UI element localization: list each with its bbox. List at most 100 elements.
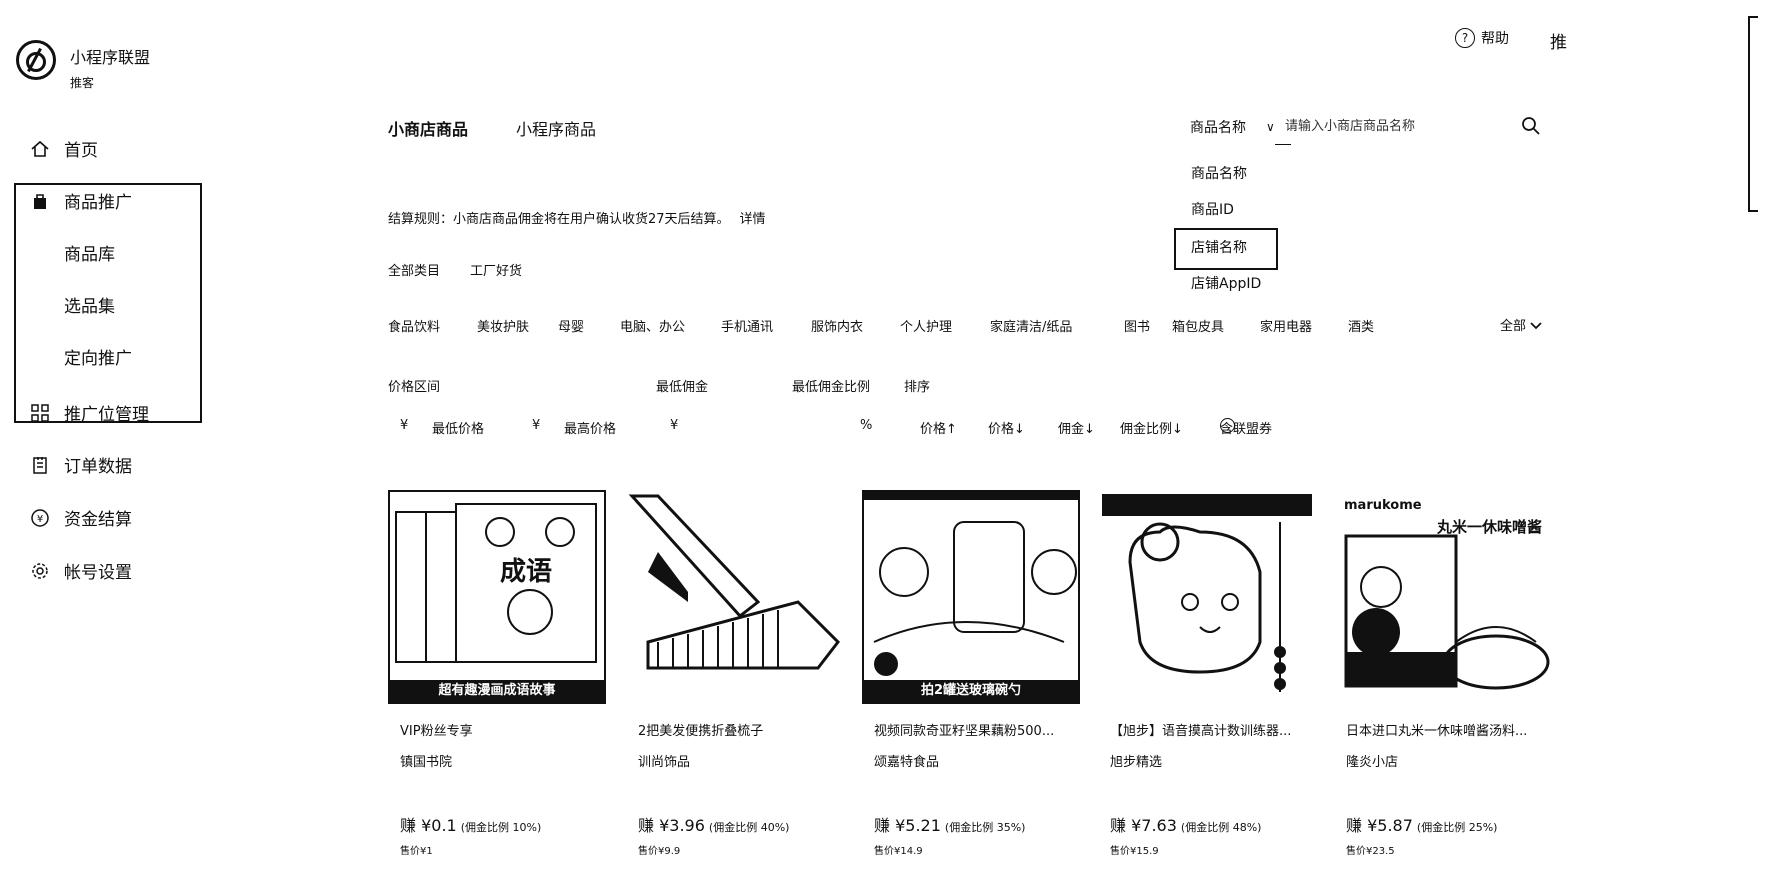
product-title[interactable]: 视频同款奇亚籽坚果藕粉500... — [862, 720, 1080, 739]
category-item[interactable]: 食品饮料 — [388, 316, 440, 335]
category-item[interactable]: 母婴 — [558, 316, 584, 335]
product-card[interactable]: 【旭步】语音摸高计数训练器... 旭步精选 赚 ¥7.63 (佣金比例 48%) … — [1098, 490, 1316, 857]
nav-account-label: 帐号设置 — [64, 563, 132, 583]
dropdown-option-product-id[interactable]: 商品ID — [1191, 199, 1234, 219]
svg-text:成语: 成语 — [500, 557, 552, 587]
category-item[interactable]: 电脑、办公 — [620, 316, 685, 335]
product-card[interactable]: 成语 超有趣漫画成语故事 VIP粉丝专享 镇国书院 赚 ¥0.1 (佣金比例 10… — [388, 490, 606, 857]
earn-value: 赚 ¥7.63 — [1110, 816, 1177, 835]
nav-slots-label: 推广位管理 — [64, 405, 149, 425]
category-item[interactable]: 美妆护肤 — [477, 316, 529, 335]
category-item[interactable]: 酒类 — [1348, 316, 1374, 335]
product-title[interactable]: 日本进口丸米一休味噌酱汤料... — [1334, 720, 1552, 739]
sort-commission-desc[interactable]: 佣金↓ — [1058, 418, 1095, 437]
product-image-headline: 丸米一休味噌酱 — [1436, 518, 1542, 536]
product-price: 售价¥14.9 — [874, 846, 923, 857]
category-all-label: 全部 — [1500, 319, 1527, 334]
home-icon — [30, 139, 50, 159]
product-price: 售价¥1 — [400, 846, 433, 857]
product-shop[interactable]: 训尚饰品 — [626, 751, 844, 770]
product-title[interactable]: 【旭步】语音摸高计数训练器... — [1098, 720, 1316, 739]
category-item[interactable]: 家庭清洁/纸品 — [990, 316, 1072, 335]
tab-shop-products[interactable]: 小商店商品 — [388, 116, 468, 140]
shopping-bag-icon — [30, 191, 50, 211]
svg-text:¥: ¥ — [37, 514, 43, 525]
brand-title: 小程序联盟 — [70, 48, 151, 67]
category-item[interactable]: 服饰内衣 — [811, 316, 863, 335]
coupon-label: 含联盟券 — [1220, 422, 1273, 437]
search-type-select[interactable]: 商品名称 — [1190, 117, 1246, 137]
nav-settlement-label: 资金结算 — [64, 510, 132, 530]
nav-account[interactable]: 帐号设置 — [30, 558, 132, 583]
earn-value: 赚 ¥5.21 — [874, 816, 941, 835]
product-banner: 拍2罐送玻璃碗勺 — [864, 680, 1078, 702]
product-earnings: 赚 ¥3.96 (佣金比例 40%) — [626, 812, 844, 836]
product-shop[interactable]: 旭步精选 — [1098, 751, 1316, 770]
sort-price-asc[interactable]: 价格↑ — [920, 418, 957, 437]
nav-targeted[interactable]: 定向推广 — [64, 344, 132, 369]
category-group-all[interactable]: 全部类目 — [388, 260, 440, 279]
category-item[interactable]: 个人护理 — [900, 316, 952, 335]
dropdown-option-shop-appid[interactable]: 店铺AppID — [1191, 273, 1261, 293]
product-image: 成语 超有趣漫画成语故事 — [388, 490, 606, 704]
commission-rate: (佣金比例 48%) — [1180, 821, 1262, 834]
currency-symbol: ¥ — [400, 418, 409, 433]
sort-rate-desc[interactable]: 佣金比例↓ — [1120, 418, 1183, 437]
commission-rate: (佣金比例 10%) — [460, 821, 542, 834]
search-input[interactable] — [1285, 114, 1525, 138]
rules-text: 结算规则：小商店商品佣金将在用户确认收货27天后结算。 — [388, 212, 730, 227]
tab-miniprogram-products[interactable]: 小程序商品 — [516, 116, 596, 140]
nav-settlement[interactable]: ¥ 资金结算 — [30, 505, 132, 530]
nav-collection[interactable]: 选品集 — [64, 292, 115, 317]
category-item[interactable]: 家用电器 — [1260, 316, 1312, 335]
search-icon[interactable] — [1520, 115, 1542, 137]
nav-orders-label: 订单数据 — [64, 457, 132, 477]
gear-icon — [30, 561, 50, 581]
settlement-rules: 结算规则：小商店商品佣金将在用户确认收货27天后结算。 详情 — [388, 208, 766, 227]
min-price-input[interactable]: 最低价格 — [432, 418, 484, 437]
sidebar: 小程序联盟 推客 首页 商品推广 商品库 选品集 定向推广 推广位管理 订单数据… — [0, 0, 230, 872]
product-title[interactable]: 2把美发便携折叠梳子 — [626, 720, 844, 739]
category-item[interactable]: 图书 — [1124, 316, 1150, 335]
nav-slots[interactable]: 推广位管理 — [30, 400, 149, 425]
nav-promotion-label: 商品推广 — [64, 193, 132, 213]
category-item[interactable]: 手机通讯 — [721, 316, 773, 335]
product-shop[interactable]: 隆炎小店 — [1334, 751, 1552, 770]
product-price: 售价¥9.9 — [638, 846, 681, 857]
sort-price-desc[interactable]: 价格↓ — [988, 418, 1025, 437]
help-label: 帮助 — [1481, 31, 1509, 47]
product-shop[interactable]: 镇国书院 — [388, 751, 606, 770]
product-card[interactable]: marukome 丸米一休味噌酱 日本进口丸米一休味噌酱汤料... 隆炎小店 赚… — [1334, 490, 1552, 857]
currency-symbol: ¥ — [532, 418, 541, 433]
rules-detail-link[interactable]: 详情 — [740, 212, 766, 227]
product-title[interactable]: VIP粉丝专享 — [388, 720, 606, 739]
chevron-down-icon[interactable]: ∨ — [1266, 120, 1275, 134]
question-icon: ? — [1455, 28, 1475, 48]
product-tabs: 小商店商品 小程序商品 — [388, 116, 596, 140]
brand[interactable]: 小程序联盟 推客 — [16, 40, 150, 91]
product-card[interactable]: 拍2罐送玻璃碗勺 视频同款奇亚籽坚果藕粉500... 颂嘉特食品 赚 ¥5.21… — [862, 490, 1080, 857]
product-shop[interactable]: 颂嘉特食品 — [862, 751, 1080, 770]
product-card[interactable]: 2把美发便携折叠梳子 训尚饰品 赚 ¥3.96 (佣金比例 40%) 售价¥9.9 — [626, 490, 844, 857]
brand-subtitle: 推客 — [70, 76, 95, 90]
nav-promotion[interactable]: 商品推广 — [30, 188, 132, 213]
nav-orders[interactable]: 订单数据 — [30, 452, 132, 477]
min-commission-label: 最低佣金 — [656, 380, 709, 395]
category-all-toggle[interactable]: 全部 — [1500, 315, 1542, 334]
input-underline — [1275, 144, 1291, 145]
nav-library[interactable]: 商品库 — [64, 240, 115, 265]
promoter-menu[interactable]: 推 — [1550, 28, 1567, 53]
nav-home[interactable]: 首页 — [30, 136, 98, 161]
dropdown-option-product-name[interactable]: 商品名称 — [1191, 163, 1247, 183]
category-groups: 全部类目 工厂好货 — [388, 260, 522, 279]
max-price-input[interactable]: 最高价格 — [564, 418, 616, 437]
category-item[interactable]: 箱包皮具 — [1172, 316, 1224, 335]
category-group-factory[interactable]: 工厂好货 — [470, 260, 522, 279]
product-earnings: 赚 ¥7.63 (佣金比例 48%) — [1098, 812, 1316, 836]
earn-value: 赚 ¥0.1 — [400, 816, 457, 835]
help-link[interactable]: ? 帮助 — [1455, 28, 1509, 48]
min-commission-rate-input[interactable]: % — [860, 418, 872, 433]
sort-label: 排序 — [904, 380, 931, 395]
product-image-brand: marukome — [1344, 498, 1422, 513]
min-commission-input[interactable]: ¥ — [670, 418, 678, 433]
